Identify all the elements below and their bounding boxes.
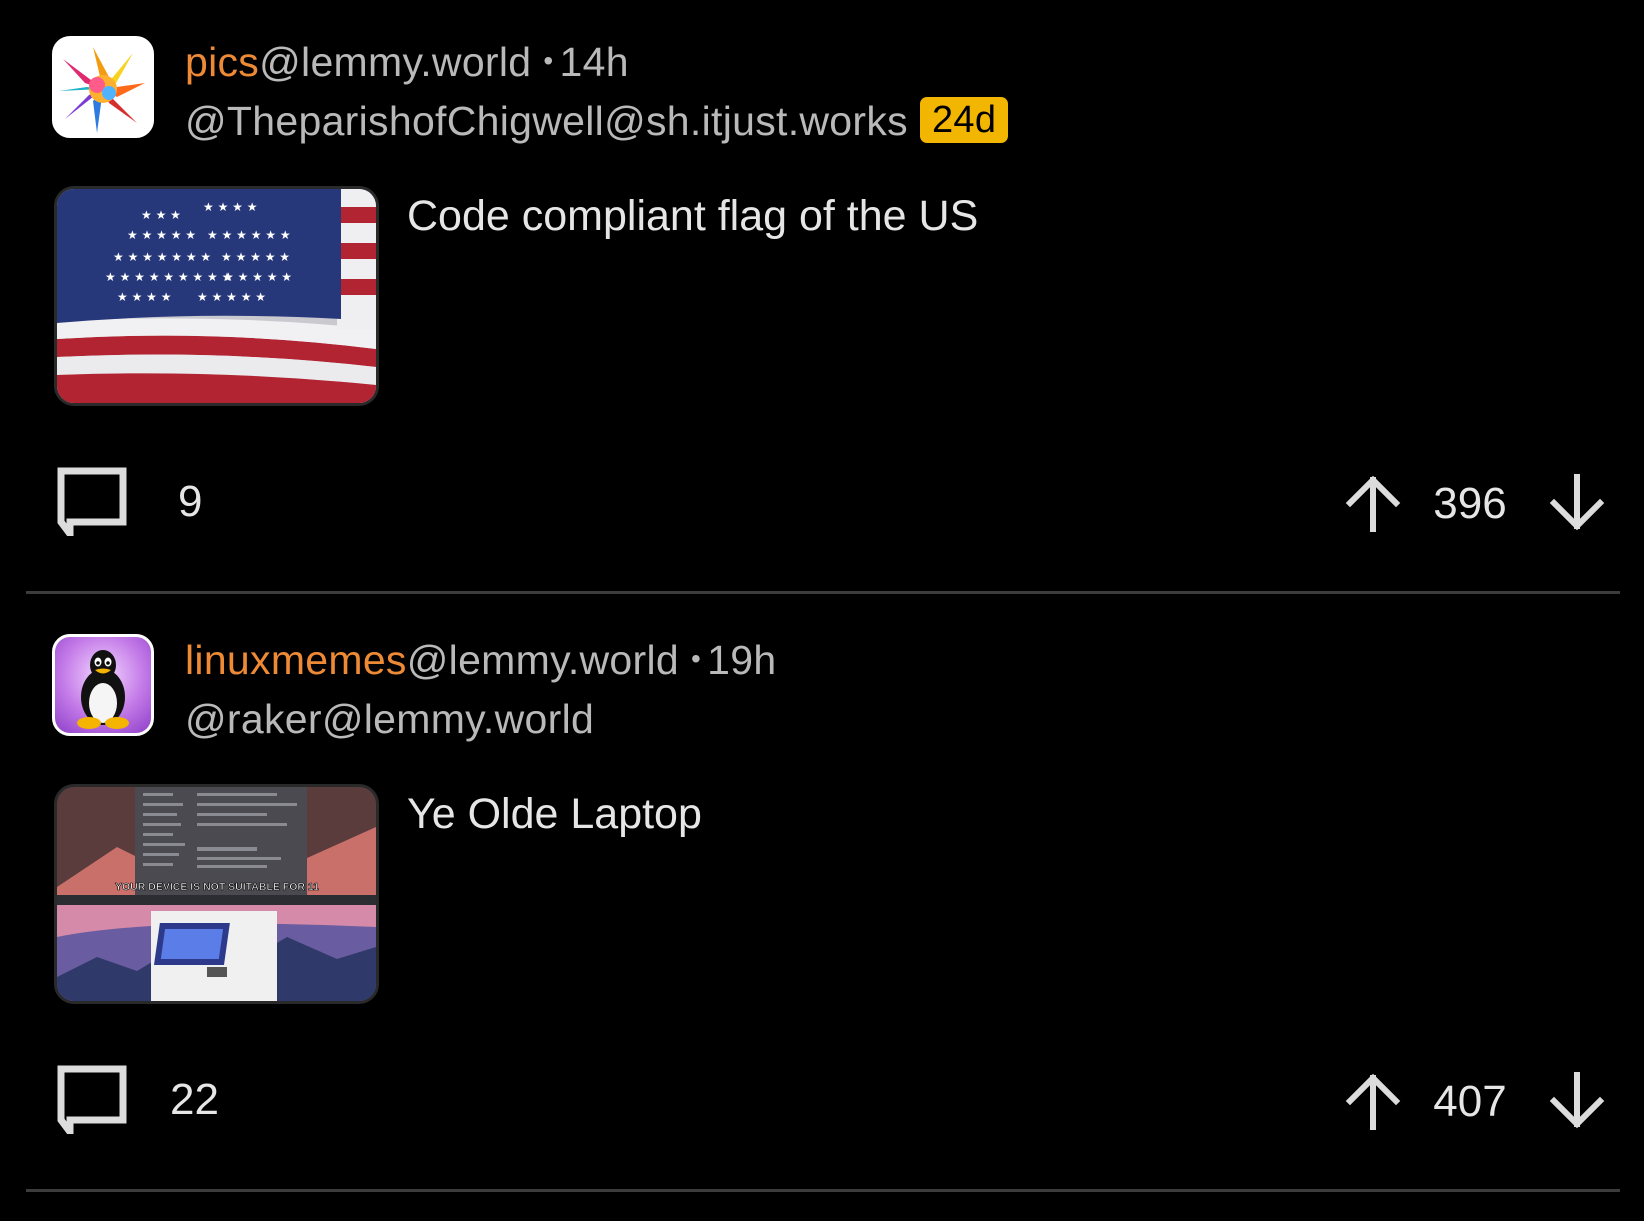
- post-divider: [26, 591, 1620, 594]
- post-thumbnail[interactable]: ★ ★ ★ ★ ★ ★ ★ ★ ★ ★ ★ ★ ★ ★ ★ ★ ★ ★ ★ ★ …: [54, 186, 379, 406]
- post-age: 14h: [559, 39, 629, 85]
- comment-count: 9: [178, 477, 203, 526]
- downvote-arrow-icon[interactable]: [1548, 1071, 1606, 1130]
- community-instance[interactable]: @lemmy.world: [259, 39, 531, 85]
- post-thumbnail[interactable]: YOUR DEVICE IS NOT SUITABLE FOR 11: [54, 784, 379, 1004]
- post-age: 19h: [707, 637, 777, 683]
- post-card[interactable]: linuxmemes@lemmy.world • 19h @raker@lemmy.…: [0, 598, 1644, 1192]
- post-meta: pics@lemmy.world • 14h: [185, 36, 629, 86]
- svg-text:★ ★ ★ ★ ★ ★ ★: ★ ★ ★ ★ ★ ★ ★: [113, 250, 211, 264]
- post-divider: [26, 1189, 1620, 1192]
- svg-text:★ ★ ★ ★ ★: ★ ★ ★ ★ ★: [221, 250, 290, 264]
- vote-score: 407: [1433, 1077, 1507, 1126]
- svg-text:★ ★ ★ ★ ★ ★: ★ ★ ★ ★ ★ ★: [207, 228, 291, 242]
- comment-icon[interactable]: [56, 1064, 128, 1143]
- svg-text:★ ★ ★ ★ ★: ★ ★ ★ ★ ★: [223, 270, 292, 284]
- post-title[interactable]: Code compliant flag of the US: [407, 190, 978, 242]
- post-card[interactable]: pics@lemmy.world • 14h @TheparishofChigwel…: [0, 0, 1644, 594]
- comment-count: 22: [170, 1075, 219, 1124]
- community-name[interactable]: linuxmemes: [185, 637, 407, 683]
- post-title[interactable]: Ye Olde Laptop: [407, 788, 702, 840]
- svg-text:★ ★ ★ ★: ★ ★ ★ ★: [117, 290, 171, 304]
- community-name[interactable]: pics: [185, 39, 259, 85]
- separator-dot: •: [691, 643, 702, 674]
- community-avatar-icon[interactable]: [52, 634, 154, 736]
- author-name[interactable]: @raker@lemmy.world: [185, 696, 594, 742]
- community-instance[interactable]: @lemmy.world: [407, 637, 679, 683]
- svg-text:★ ★ ★ ★: ★ ★ ★ ★: [203, 200, 257, 214]
- post-author[interactable]: @raker@lemmy.world: [185, 694, 594, 744]
- svg-text:★ ★ ★: ★ ★ ★: [141, 208, 181, 222]
- vote-score: 396: [1433, 479, 1507, 528]
- downvote-arrow-icon[interactable]: [1548, 473, 1606, 532]
- thumbnail-caption: YOUR DEVICE IS NOT SUITABLE FOR 11: [115, 881, 319, 893]
- account-age-badge: 24d: [919, 97, 1009, 143]
- svg-text:★ ★ ★ ★ ★ ★ ★ ★ ★: ★ ★ ★ ★ ★ ★ ★ ★ ★: [105, 270, 232, 284]
- post-author[interactable]: @TheparishofChigwell@sh.itjust.works 24d: [185, 96, 1009, 146]
- us-flag-thumbnail-icon: ★ ★ ★ ★ ★ ★ ★ ★ ★ ★ ★ ★ ★ ★ ★ ★ ★ ★ ★ ★ …: [57, 189, 376, 403]
- post-meta: linuxmemes@lemmy.world • 19h: [185, 634, 776, 684]
- svg-text:★ ★ ★ ★ ★: ★ ★ ★ ★ ★: [197, 290, 266, 304]
- laptop-meme-thumbnail-icon: YOUR DEVICE IS NOT SUITABLE FOR 11: [57, 787, 376, 1001]
- community-avatar-icon[interactable]: [52, 36, 154, 138]
- author-name[interactable]: @TheparishofChigwell@sh.itjust.works: [185, 98, 908, 144]
- separator-dot: •: [543, 45, 554, 76]
- svg-text:★ ★ ★ ★ ★: ★ ★ ★ ★ ★: [127, 228, 196, 242]
- upvote-arrow-icon[interactable]: [1344, 1072, 1402, 1131]
- comment-icon[interactable]: [56, 466, 128, 545]
- upvote-arrow-icon[interactable]: [1344, 474, 1402, 533]
